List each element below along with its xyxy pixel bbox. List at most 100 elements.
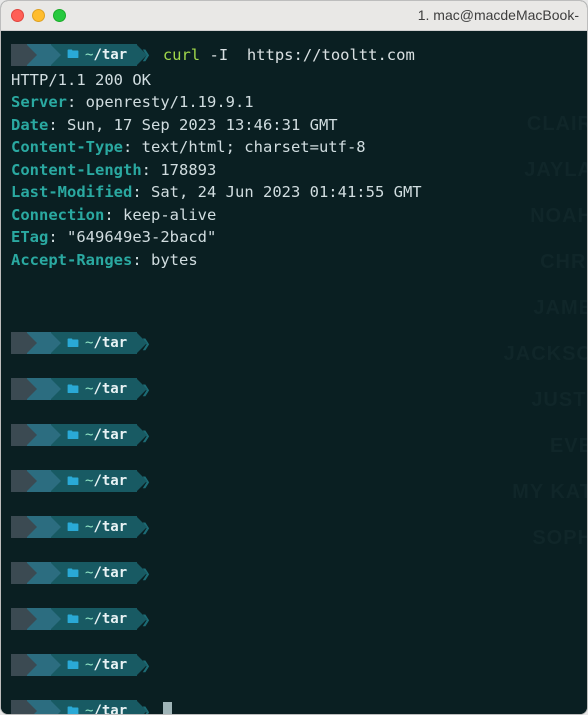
header-sep: : bbox=[48, 116, 67, 134]
status-line: HTTP/1.1 200 OK bbox=[11, 69, 577, 91]
prompt-seg-os bbox=[11, 562, 27, 584]
prompt-line: 🖿~/tar❯ bbox=[11, 469, 577, 493]
close-icon[interactable] bbox=[11, 9, 24, 22]
prompt-seg-path: 🖿 ~/tar bbox=[51, 470, 137, 492]
header-key: Last-Modified bbox=[11, 183, 132, 201]
prompt-tilde: ~ bbox=[85, 471, 93, 491]
prompt-dir: /tar bbox=[93, 701, 127, 714]
folder-icon: 🖿 bbox=[67, 565, 79, 582]
header-line: Server: openresty/1.19.9.1 bbox=[11, 91, 577, 113]
terminal-body[interactable]: 🖿 ~/tar ❯ curl -I https://tooltt.com HTT… bbox=[1, 31, 587, 714]
header-line: ETag: "649649e3-2bacd" bbox=[11, 226, 577, 248]
prompt-tilde: ~ bbox=[85, 609, 93, 629]
header-sep: : bbox=[132, 183, 151, 201]
prompt-seg-path: 🖿 ~/tar bbox=[51, 332, 137, 354]
prompt-line: 🖿~/tar❯ bbox=[11, 331, 577, 355]
header-line: Content-Type: text/html; charset=utf-8 bbox=[11, 136, 577, 158]
prompt-seg-os bbox=[11, 378, 27, 400]
prompt-seg-os bbox=[11, 516, 27, 538]
prompt-line: 🖿~/tar❯ bbox=[11, 653, 577, 677]
header-sep: : bbox=[123, 138, 142, 156]
header-sep: : bbox=[67, 93, 86, 111]
header-key: Content-Type bbox=[11, 138, 123, 156]
folder-icon: 🖿 bbox=[67, 657, 79, 674]
terminal-window: 1. mac@macdeMacBook- 🖿 ~/tar ❯ curl -I h… bbox=[0, 0, 588, 715]
header-sep: : bbox=[132, 251, 151, 269]
prompt-seg-os bbox=[11, 470, 27, 492]
zoom-icon[interactable] bbox=[53, 9, 66, 22]
header-value: keep-alive bbox=[123, 206, 216, 224]
prompt-tilde: ~ bbox=[85, 333, 93, 353]
prompt-tilde: ~ bbox=[85, 517, 93, 537]
prompt-dir: /tar bbox=[93, 333, 127, 353]
prompt-seg-path: 🖿 ~/tar bbox=[51, 44, 137, 66]
prompt-dir: /tar bbox=[93, 471, 127, 491]
header-value: Sat, 24 Jun 2023 01:41:55 GMT bbox=[151, 183, 422, 201]
prompt-tilde: ~ bbox=[85, 701, 93, 714]
response-block: HTTP/1.1 200 OK Server: openresty/1.19.9… bbox=[11, 69, 577, 271]
header-value: openresty/1.19.9.1 bbox=[86, 93, 254, 111]
prompt-line: 🖿~/tar❯ bbox=[11, 423, 577, 447]
header-line: Last-Modified: Sat, 24 Jun 2023 01:41:55… bbox=[11, 181, 577, 203]
cursor[interactable] bbox=[163, 702, 172, 714]
cmd-flag: -I bbox=[209, 46, 228, 64]
header-line: Content-Length: 178893 bbox=[11, 159, 577, 181]
window-title: 1. mac@macdeMacBook- bbox=[294, 5, 579, 25]
prompt-dir: /tar bbox=[93, 379, 127, 399]
prompt-seg-os bbox=[11, 700, 27, 714]
cmd-url: https://tooltt.com bbox=[247, 46, 415, 64]
prompt-tilde: ~ bbox=[85, 563, 93, 583]
prompt-dir: /tar bbox=[93, 655, 127, 675]
folder-icon: 🖿 bbox=[67, 473, 79, 490]
header-line: Connection: keep-alive bbox=[11, 204, 577, 226]
folder-icon: 🖿 bbox=[67, 335, 79, 352]
header-key: Server bbox=[11, 93, 67, 111]
prompt-seg-path: 🖿 ~/tar bbox=[51, 516, 137, 538]
header-key: Accept-Ranges bbox=[11, 251, 132, 269]
prompt-seg-path: 🖿 ~/tar bbox=[51, 378, 137, 400]
prompt-dir: /tar bbox=[93, 517, 127, 537]
prompt-dir: /tar bbox=[93, 563, 127, 583]
prompt-seg-path: 🖿 ~/tar bbox=[51, 700, 137, 714]
cmd-bin: curl bbox=[163, 46, 200, 64]
prompt-seg-os bbox=[11, 332, 27, 354]
folder-icon: 🖿 bbox=[67, 703, 79, 714]
header-value: 178893 bbox=[160, 161, 216, 179]
header-sep: : bbox=[48, 228, 67, 246]
prompt-tilde: ~ bbox=[85, 655, 93, 675]
empty-prompts: 🖿~/tar❯🖿~/tar❯🖿~/tar❯🖿~/tar❯🖿~/tar❯🖿~/ta… bbox=[11, 331, 577, 714]
prompt-dir: /tar bbox=[93, 609, 127, 629]
prompt-seg-os bbox=[11, 44, 27, 66]
header-line: Date: Sun, 17 Sep 2023 13:46:31 GMT bbox=[11, 114, 577, 136]
prompt-seg-path: 🖿 ~/tar bbox=[51, 608, 137, 630]
header-value: text/html; charset=utf-8 bbox=[142, 138, 366, 156]
header-key: Date bbox=[11, 116, 48, 134]
folder-icon: 🖿 bbox=[67, 427, 79, 444]
folder-icon: 🖿 bbox=[67, 46, 79, 63]
folder-icon: 🖿 bbox=[67, 381, 79, 398]
prompt-seg-path: 🖿 ~/tar bbox=[51, 562, 137, 584]
header-key: Connection bbox=[11, 206, 104, 224]
titlebar: 1. mac@macdeMacBook- bbox=[1, 1, 587, 31]
traffic-lights bbox=[11, 9, 66, 22]
command-text: curl -I https://tooltt.com bbox=[163, 44, 415, 66]
folder-icon: 🖿 bbox=[67, 519, 79, 536]
header-sep: : bbox=[142, 161, 161, 179]
prompt-line: 🖿~/tar❯ bbox=[11, 607, 577, 631]
header-value: "649649e3-2bacd" bbox=[67, 228, 216, 246]
minimize-icon[interactable] bbox=[32, 9, 45, 22]
prompt-seg-path: 🖿 ~/tar bbox=[51, 654, 137, 676]
prompt-tilde: ~ bbox=[85, 425, 93, 445]
prompt-seg-os bbox=[11, 608, 27, 630]
header-line: Accept-Ranges: bytes bbox=[11, 249, 577, 271]
prompt-dir: /tar bbox=[93, 425, 127, 445]
folder-icon: 🖿 bbox=[67, 611, 79, 628]
prompt-tilde: ~ bbox=[85, 379, 93, 399]
prompt-line: 🖿~/tar❯ bbox=[11, 561, 577, 585]
header-key: Content-Length bbox=[11, 161, 142, 179]
prompt-dir: /tar bbox=[93, 45, 127, 65]
prompt-line: 🖿~/tar❯ bbox=[11, 515, 577, 539]
prompt-seg-os bbox=[11, 424, 27, 446]
prompt-line: 🖿~/tar❯ bbox=[11, 377, 577, 401]
header-sep: : bbox=[104, 206, 123, 224]
